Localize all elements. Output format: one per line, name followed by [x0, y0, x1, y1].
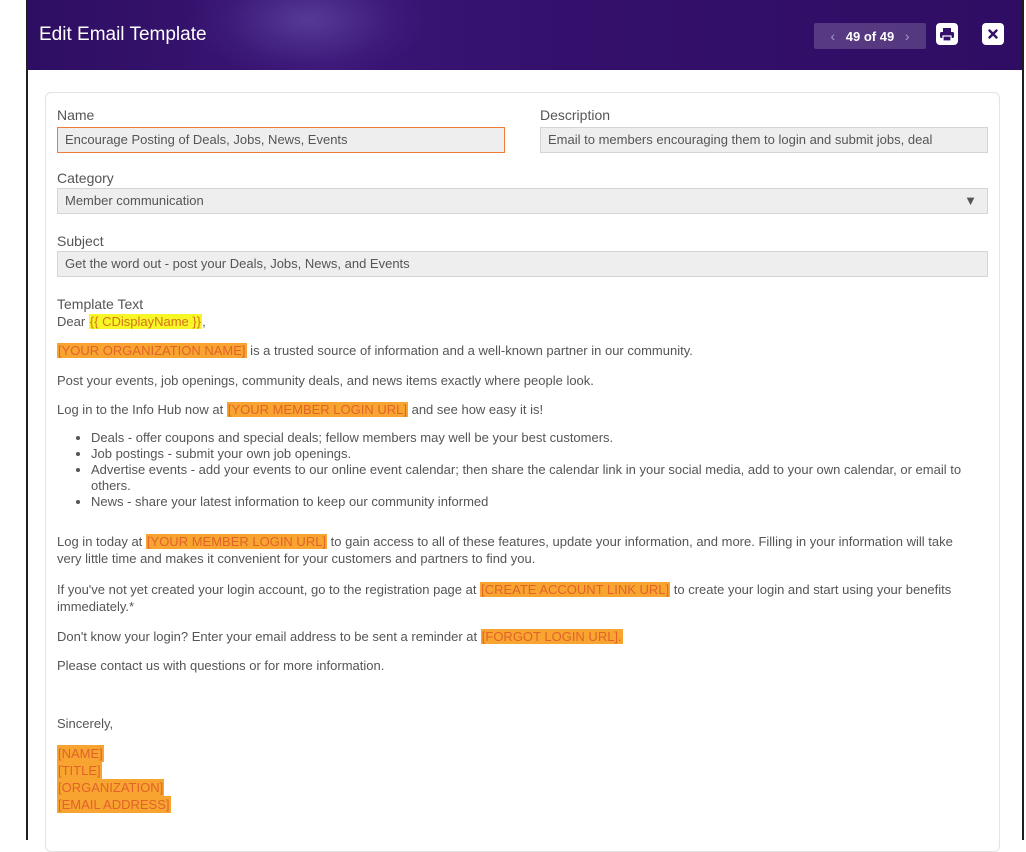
pager-prev-button[interactable]: ‹ — [824, 28, 842, 44]
template-form: Name Encourage Posting of Deals, Jobs, N… — [45, 92, 1000, 852]
description-input[interactable]: Email to members encouraging them to log… — [540, 127, 988, 153]
template-paragraph: Please contact us with questions or for … — [57, 658, 385, 673]
template-closing: Sincerely, — [57, 716, 114, 731]
header-background-graphic — [188, 0, 428, 70]
name-input[interactable]: Encourage Posting of Deals, Jobs, News, … — [57, 127, 505, 153]
template-bullet-list: Deals - offer coupons and special deals;… — [57, 430, 987, 510]
template-text-label: Template Text — [57, 296, 144, 312]
category-selected-value: Member communication — [65, 193, 204, 208]
subject-input[interactable]: Get the word out - post your Deals, Jobs… — [57, 251, 988, 277]
list-item: Advertise events - add your events to ou… — [91, 462, 987, 494]
placeholder-token: [NAME] — [57, 745, 104, 762]
template-signature: [NAME] [TITLE] [ORGANIZATION] [EMAIL ADD… — [57, 745, 987, 813]
dialog-title: Edit Email Template — [39, 24, 207, 45]
dropdown-arrow-icon: ▼ — [964, 193, 977, 208]
template-paragraph: Log in today at [YOUR MEMBER LOGIN URL] … — [57, 534, 953, 566]
list-item: News - share your latest information to … — [91, 494, 987, 510]
placeholder-token: [CREATE ACCOUNT LINK URL] — [480, 582, 671, 597]
record-pager: ‹ 49 of 49 › — [814, 23, 926, 49]
placeholder-token: [YOUR ORGANIZATION NAME] — [57, 343, 247, 358]
name-label: Name — [57, 107, 95, 123]
printer-icon — [940, 27, 954, 41]
placeholder-token: [YOUR MEMBER LOGIN URL] — [145, 534, 328, 549]
pager-count: 49 of 49 — [845, 28, 895, 44]
template-paragraph: Log in to the Info Hub now at [YOUR MEMB… — [57, 402, 544, 417]
placeholder-token: [ORGANIZATION] — [57, 779, 165, 796]
template-paragraph: If you've not yet created your login acc… — [57, 582, 952, 614]
template-paragraph: Don't know your login? Enter your email … — [57, 629, 623, 644]
merge-field-token: {{ CDisplayName }} — [88, 314, 203, 329]
template-greeting: Dear {{ CDisplayName }}, — [57, 314, 206, 329]
print-button[interactable] — [936, 23, 958, 45]
placeholder-token: [TITLE] — [57, 762, 102, 779]
template-paragraph: [YOUR ORGANIZATION NAME] is a trusted so… — [57, 343, 693, 358]
subject-label: Subject — [57, 233, 104, 249]
close-button[interactable] — [982, 23, 1004, 45]
list-item: Job postings - submit your own job openi… — [91, 446, 987, 462]
description-label: Description — [540, 107, 611, 123]
pager-next-button[interactable]: › — [898, 28, 916, 44]
list-item: Deals - offer coupons and special deals;… — [91, 430, 987, 446]
category-label: Category — [57, 170, 114, 186]
template-paragraph: Post your events, job openings, communit… — [57, 373, 594, 388]
placeholder-token: [EMAIL ADDRESS] — [57, 796, 171, 813]
category-select[interactable]: Member communication ▼ — [57, 188, 988, 214]
dialog-header: Edit Email Template ‹ 49 of 49 › — [28, 0, 1022, 70]
close-icon — [988, 29, 998, 39]
placeholder-token: [FORGOT LOGIN URL]. — [480, 629, 623, 644]
placeholder-token: [YOUR MEMBER LOGIN URL] — [226, 402, 408, 417]
email-template-dialog: Edit Email Template ‹ 49 of 49 › Name En… — [26, 0, 1024, 852]
